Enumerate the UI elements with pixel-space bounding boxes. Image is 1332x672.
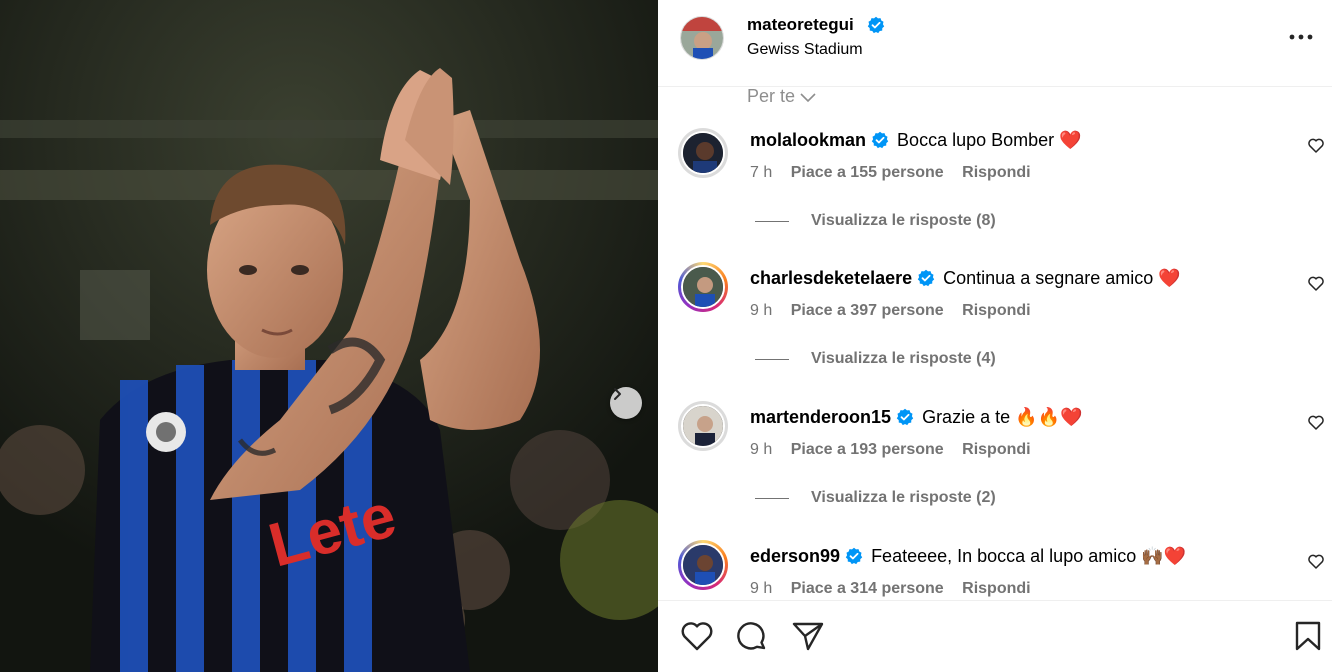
player-photo-illustration: Lete [0, 0, 658, 672]
view-replies-button[interactable]: Visualizza le risposte (2) [755, 489, 996, 507]
comment-likes-link[interactable]: Piace a 397 persone [791, 302, 944, 319]
comment-likes-link[interactable]: Piace a 314 persone [791, 580, 944, 597]
commenter-avatar[interactable] [678, 128, 728, 178]
view-replies-label: Visualizza le risposte (4) [811, 350, 996, 367]
like-comment-button[interactable] [1308, 138, 1324, 158]
post-location[interactable]: Gewiss Stadium [747, 41, 863, 59]
comment-time: 9 h [750, 441, 773, 458]
commenter-username[interactable]: ederson99 [750, 546, 840, 566]
commenter-avatar[interactable] [678, 401, 728, 451]
share-button[interactable] [791, 620, 825, 657]
chevron-down-icon [800, 92, 816, 102]
commenter-username[interactable]: charlesdeketelaere [750, 268, 912, 288]
bookmark-icon [1295, 621, 1321, 651]
comment-icon [737, 622, 766, 650]
like-comment-button[interactable] [1308, 415, 1324, 435]
verified-badge-icon [871, 131, 889, 155]
replies-divider [755, 358, 789, 360]
comment-emoji: ❤️ [1059, 130, 1082, 150]
post-header: mateoretegui Gewiss Stadium [658, 0, 1332, 87]
verified-badge-icon [845, 547, 863, 571]
view-replies-label: Visualizza le risposte (2) [811, 489, 996, 506]
heart-icon [681, 622, 713, 651]
replies-divider [755, 220, 789, 222]
author-username[interactable]: mateoretegui [747, 15, 854, 35]
comment-likes-link[interactable]: Piace a 155 persone [791, 164, 944, 181]
reply-button[interactable]: Rispondi [962, 441, 1030, 458]
view-replies-label: Visualizza le risposte (8) [811, 212, 996, 229]
post-photo: Lete [0, 0, 658, 672]
replies-divider [755, 497, 789, 499]
comment-emoji: ❤️ [1158, 268, 1181, 288]
comment-sort-dropdown[interactable]: Per te [747, 86, 817, 107]
comment-item: molalookman Bocca lupo Bomber ❤️ 7 h Pia… [658, 128, 1332, 267]
chevron-right-icon [614, 388, 621, 400]
post-action-bar [658, 600, 1332, 672]
comment-emoji: 🙌🏾❤️ [1141, 546, 1187, 566]
commenter-avatar[interactable] [678, 262, 728, 312]
verified-badge-icon [896, 408, 914, 432]
comment-sort-label: Per te [747, 86, 796, 106]
comment-text: Feateeee, In bocca al lupo amico [871, 546, 1137, 566]
comment-likes-link[interactable]: Piace a 193 persone [791, 441, 944, 458]
commenter-avatar[interactable] [678, 540, 728, 590]
more-options-icon [1289, 34, 1313, 40]
heart-icon [1308, 415, 1324, 430]
like-post-button[interactable] [680, 620, 714, 657]
comment-text: Grazie a te [922, 407, 1011, 427]
commenter-username[interactable]: molalookman [750, 130, 866, 150]
heart-icon [1308, 554, 1324, 569]
comment-text: Bocca lupo Bomber [897, 130, 1055, 150]
verified-badge-icon [867, 16, 885, 39]
author-avatar[interactable] [680, 16, 724, 60]
like-comment-button[interactable] [1308, 554, 1324, 574]
comment-item: martenderoon15 Grazie a te 🔥🔥❤️ 9 h Piac… [658, 401, 1332, 540]
heart-icon [1308, 276, 1324, 291]
comment-button[interactable] [735, 620, 769, 659]
save-button[interactable] [1294, 620, 1322, 657]
comment-time: 9 h [750, 302, 773, 319]
commenter-username[interactable]: martenderoon15 [750, 407, 891, 427]
reply-button[interactable]: Rispondi [962, 302, 1030, 319]
comment-item: ederson99 Feateeee, In bocca al lupo ami… [658, 540, 1332, 600]
verified-badge-icon [917, 269, 935, 293]
comment-emoji: 🔥🔥❤️ [1015, 407, 1083, 427]
view-replies-button[interactable]: Visualizza le risposte (8) [755, 212, 996, 230]
more-options-button[interactable] [1286, 22, 1316, 52]
comment-text: Continua a segnare amico [943, 268, 1154, 288]
comment-time: 9 h [750, 580, 773, 597]
reply-button[interactable]: Rispondi [962, 164, 1030, 181]
post-side-panel: mateoretegui Gewiss Stadium Per te molal… [658, 0, 1332, 672]
reply-button[interactable]: Rispondi [962, 580, 1030, 597]
comment-item: charlesdeketelaere Continua a segnare am… [658, 262, 1332, 401]
like-comment-button[interactable] [1308, 276, 1324, 296]
comment-time: 7 h [750, 164, 773, 181]
view-replies-button[interactable]: Visualizza le risposte (4) [755, 350, 996, 368]
heart-icon [1308, 138, 1324, 153]
next-photo-button[interactable] [610, 387, 642, 419]
share-icon [792, 622, 824, 651]
